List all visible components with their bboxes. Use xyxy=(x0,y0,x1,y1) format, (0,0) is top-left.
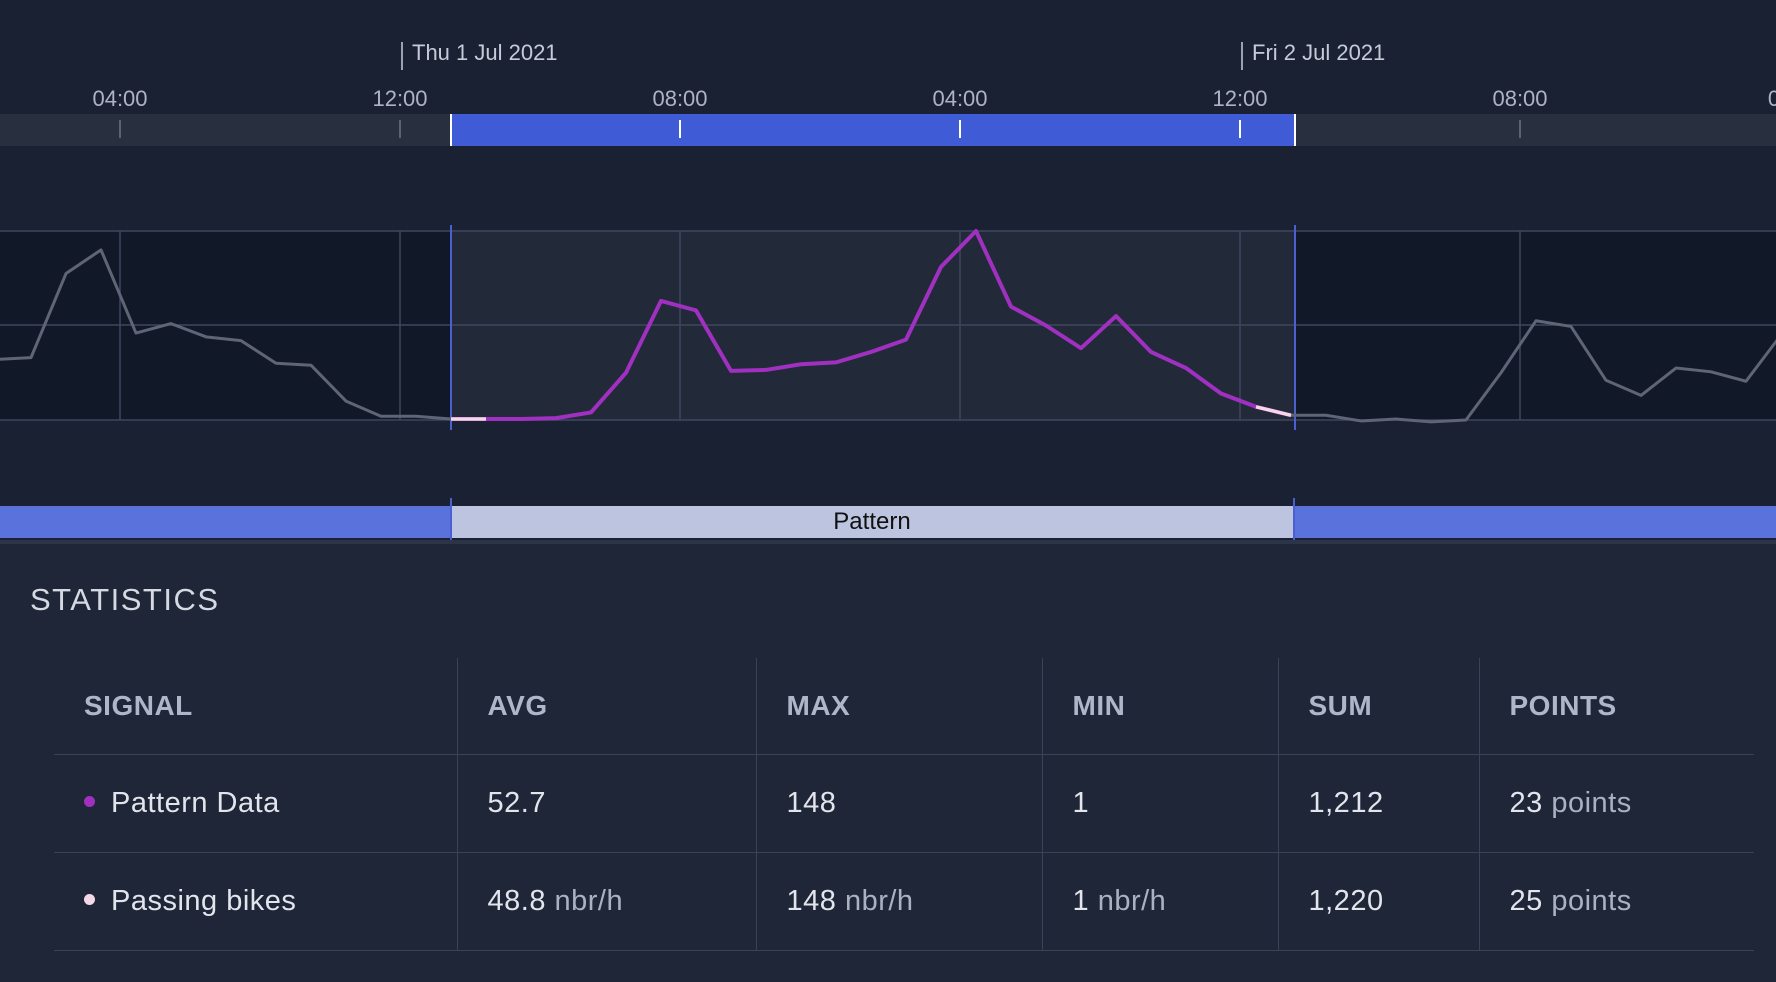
points-cell: 23 points xyxy=(1478,754,1754,853)
sum-cell: 1,212 xyxy=(1277,754,1479,853)
statistics-table: SIGNAL AVG MAX MIN SUM POINTS Pattern Da… xyxy=(54,658,1754,951)
pattern-label: Pattern xyxy=(833,508,911,535)
min-unit: nbr/h xyxy=(1097,885,1167,917)
pattern-bar[interactable]: Pattern xyxy=(0,498,1776,542)
avg-unit: nbr/h xyxy=(554,885,624,917)
pattern-segment[interactable]: Pattern xyxy=(451,506,1293,538)
signal-cell: Passing bikes xyxy=(54,852,457,951)
series-color-dot xyxy=(84,795,95,807)
track-tick xyxy=(1239,120,1241,138)
day-label-fri: Fri 2 Jul 2021 xyxy=(1241,40,1386,70)
max-cell: 148 xyxy=(755,754,1042,853)
track-tick xyxy=(1519,120,1521,138)
day-label-thu: Thu 1 Jul 2021 xyxy=(401,40,558,70)
timeline-selection-range[interactable] xyxy=(450,114,1296,146)
time-tick-label: 04:00 xyxy=(92,86,148,111)
avg-value: 52.7 xyxy=(487,787,546,819)
min-cell: 1 xyxy=(1041,754,1278,853)
track-tick xyxy=(119,120,121,138)
max-unit: nbr/h xyxy=(844,885,914,917)
points-cell: 25 points xyxy=(1478,852,1754,951)
day-label-text: Thu 1 Jul 2021 xyxy=(412,40,558,65)
time-tick-label: 12:00 xyxy=(1212,86,1268,111)
sum-cell: 1,220 xyxy=(1277,852,1479,951)
track-tick xyxy=(959,120,961,138)
pattern-bar-right[interactable] xyxy=(1293,506,1776,538)
max-cell: 148 nbr/h xyxy=(755,852,1042,951)
time-tick-label: 0 xyxy=(1767,86,1776,111)
timeline[interactable]: Thu 1 Jul 2021 Fri 2 Jul 2021 04:00 12:0… xyxy=(0,0,1776,150)
series-color-dot xyxy=(84,893,95,905)
column-header-signal[interactable]: SIGNAL xyxy=(54,658,457,755)
points-unit: points xyxy=(1551,787,1632,819)
min-value: 1 xyxy=(1072,787,1090,819)
min-cell: 1 nbr/h xyxy=(1041,852,1278,951)
table-header-row: SIGNAL AVG MAX MIN SUM POINTS xyxy=(54,658,1754,755)
column-header-points[interactable]: POINTS xyxy=(1478,658,1754,755)
table-row[interactable]: Passing bikes 48.8 nbr/h 148 nbr/h 1 nbr… xyxy=(54,852,1754,951)
column-header-min[interactable]: MIN xyxy=(1041,658,1278,755)
sum-value: 1,220 xyxy=(1308,885,1384,917)
time-tick-label: 08:00 xyxy=(652,86,708,111)
track-tick xyxy=(679,120,681,138)
avg-cell: 48.8 nbr/h xyxy=(456,852,756,951)
statistics-panel: STATISTICS SIGNAL AVG MAX MIN SUM POINTS… xyxy=(0,544,1776,982)
column-header-max[interactable]: MAX xyxy=(755,658,1042,755)
signal-name: Pattern Data xyxy=(111,787,280,819)
day-label-text: Fri 2 Jul 2021 xyxy=(1252,40,1386,65)
max-value: 148 xyxy=(786,885,837,917)
statistics-title: STATISTICS xyxy=(30,582,220,617)
signal-name: Passing bikes xyxy=(111,885,297,917)
signal-line-chart[interactable] xyxy=(0,150,1776,496)
track-tick xyxy=(399,120,401,138)
time-tick-label: 04:00 xyxy=(932,86,988,111)
pattern-bar-left[interactable] xyxy=(0,506,451,538)
signal-cell: Pattern Data xyxy=(54,754,457,853)
points-value: 25 xyxy=(1509,885,1543,917)
table-row[interactable]: Pattern Data 52.7 148 1 1,212 23 points xyxy=(54,754,1754,853)
points-unit: points xyxy=(1551,885,1632,917)
min-value: 1 xyxy=(1072,885,1090,917)
pattern-edge-right[interactable] xyxy=(1293,498,1295,542)
column-header-sum[interactable]: SUM xyxy=(1277,658,1479,755)
avg-value: 48.8 xyxy=(487,885,546,917)
max-value: 148 xyxy=(786,787,837,819)
day-marker xyxy=(1241,42,1243,70)
time-tick-label: 08:00 xyxy=(1492,86,1548,111)
points-value: 23 xyxy=(1509,787,1543,819)
column-header-avg[interactable]: AVG xyxy=(456,658,756,755)
day-marker xyxy=(401,42,403,70)
avg-cell: 52.7 xyxy=(456,754,756,853)
sum-value: 1,212 xyxy=(1308,787,1384,819)
time-tick-label: 12:00 xyxy=(372,86,428,111)
pattern-edge-left[interactable] xyxy=(450,498,452,542)
